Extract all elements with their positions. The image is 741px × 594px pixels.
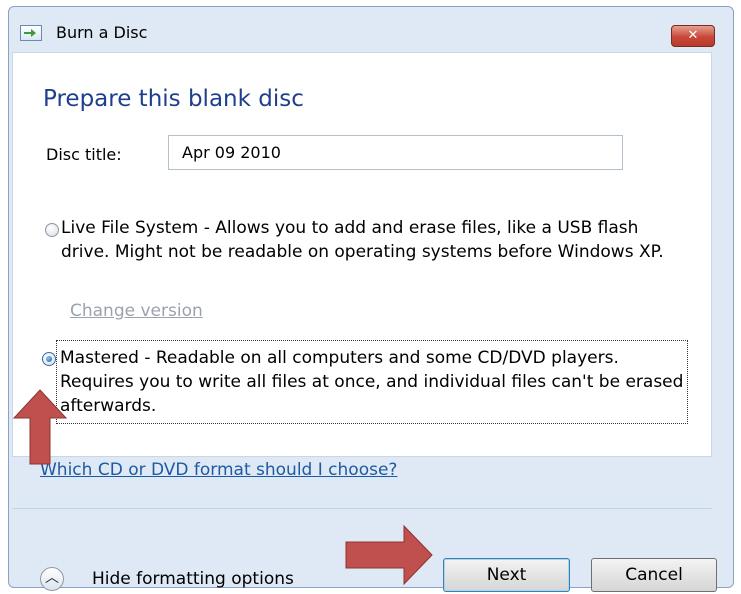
next-button[interactable]: Next	[443, 558, 570, 592]
mastered-label[interactable]: Mastered - Readable on all computers and…	[60, 346, 688, 418]
close-button[interactable]: ✕	[671, 25, 715, 47]
close-icon: ✕	[687, 28, 699, 43]
disc-title-label: Disc title:	[46, 145, 122, 164]
footer-divider	[12, 508, 712, 509]
cancel-button[interactable]: Cancel	[591, 558, 717, 592]
window-title: Burn a Disc	[56, 23, 148, 42]
disc-title-input[interactable]	[168, 135, 623, 170]
live-file-system-radio[interactable]	[45, 223, 59, 237]
page-title: Prepare this blank disc	[43, 86, 304, 112]
mastered-radio[interactable]	[42, 352, 56, 366]
chevron-up-icon: ︿	[45, 570, 59, 586]
change-version-link[interactable]: Change version	[70, 301, 203, 321]
format-help-link[interactable]: Which CD or DVD format should I choose?	[40, 460, 397, 480]
hide-options-toggle[interactable]: ︿	[40, 567, 64, 591]
live-file-system-label[interactable]: Live File System - Allows you to add and…	[61, 216, 691, 264]
hide-options-label[interactable]: Hide formatting options	[92, 569, 294, 589]
burn-disc-app-icon	[20, 25, 42, 41]
